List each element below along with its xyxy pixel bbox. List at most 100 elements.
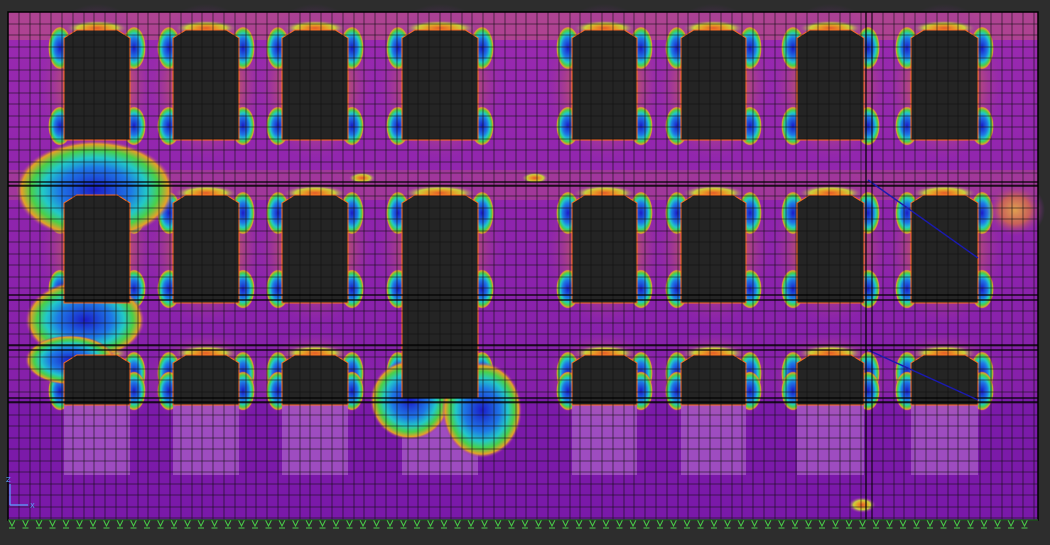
support-icon [278, 519, 286, 528]
support-icon [264, 519, 273, 528]
pier-tint [911, 405, 978, 475]
support-icon [8, 519, 16, 528]
support-icon [170, 519, 178, 528]
support-icon [926, 519, 934, 528]
support-icon [75, 519, 84, 528]
support-icon [723, 519, 732, 528]
support-icon [710, 519, 718, 528]
support-icon [426, 519, 435, 528]
support-icon [210, 519, 219, 528]
support-icon [791, 519, 799, 528]
window-opening [172, 194, 240, 304]
support-icon [818, 519, 826, 528]
support-icon [899, 519, 907, 528]
support-icon [858, 519, 867, 528]
support-icon [372, 519, 381, 528]
support-icon [345, 519, 354, 528]
window-opening [910, 194, 979, 304]
support-icon [953, 519, 961, 528]
support-icon [480, 519, 489, 528]
support-icon [143, 519, 151, 528]
support-icon [305, 519, 313, 528]
window-opening [63, 29, 131, 141]
pier-tint [681, 405, 746, 475]
support-icon [440, 519, 448, 528]
support-icon [224, 519, 232, 528]
support-icon [116, 519, 124, 528]
support-row [8, 519, 1038, 529]
support-icon [575, 519, 583, 528]
support-icon [332, 519, 340, 528]
support-icon [615, 519, 624, 528]
contour-halo [985, 182, 1045, 238]
support-icon [980, 519, 988, 528]
window-opening [571, 29, 638, 141]
support-icon [804, 519, 813, 528]
pier-tint [64, 405, 130, 475]
support-icon [251, 519, 259, 528]
support-icon [831, 519, 840, 528]
support-icon [845, 519, 853, 528]
window-opening [281, 194, 349, 304]
support-icon [534, 519, 543, 528]
support-icon [602, 519, 610, 528]
support-icon [561, 519, 570, 528]
support-icon [521, 519, 529, 528]
support-icon [669, 519, 678, 528]
support-icon [588, 519, 597, 528]
support-icon [939, 519, 948, 528]
window-opening [680, 29, 747, 141]
window-opening [680, 194, 747, 304]
support-icon [1007, 519, 1015, 528]
support-icon [507, 519, 516, 528]
support-icon [696, 519, 705, 528]
support-icon [35, 519, 43, 528]
support-icon [386, 519, 394, 528]
support-icon [993, 519, 1002, 528]
fea-viewport[interactable]: Z X [0, 0, 1050, 545]
support-icon [885, 519, 894, 528]
support-icon [750, 519, 759, 528]
support-icon [318, 519, 327, 528]
support-icon [197, 519, 205, 528]
support-icon [642, 519, 651, 528]
support-icon [683, 519, 691, 528]
support-icon [62, 519, 70, 528]
support-icon [656, 519, 664, 528]
support-icon [912, 519, 921, 528]
support-icon [21, 519, 30, 528]
support-icon [399, 519, 408, 528]
support-icon [548, 519, 556, 528]
support-icon [89, 519, 97, 528]
support-icon [359, 519, 367, 528]
support-icon [467, 519, 475, 528]
axis-x-label: X [30, 502, 35, 510]
support-icon [413, 519, 421, 528]
pier-tint [282, 405, 348, 475]
window-opening [63, 194, 131, 304]
support-icon [872, 519, 880, 528]
stress-contour-plot[interactable]: Z X [0, 0, 1050, 545]
support-icon [629, 519, 637, 528]
pier-tint [572, 405, 637, 475]
support-icon [966, 519, 975, 528]
support-icon [237, 519, 246, 528]
support-icon [764, 519, 772, 528]
support-icon [291, 519, 300, 528]
support-icon [494, 519, 502, 528]
support-icon [453, 519, 462, 528]
axis-z-label: Z [6, 476, 11, 484]
window-opening [571, 194, 638, 304]
support-icon [777, 519, 786, 528]
support-icon [737, 519, 745, 528]
support-icon [102, 519, 111, 528]
support-icon [183, 519, 192, 528]
window-opening [910, 29, 979, 141]
pier-tint [173, 405, 239, 475]
support-icon [48, 519, 57, 528]
window-opening [281, 29, 349, 141]
support-icon [156, 519, 165, 528]
support-icon [1020, 519, 1029, 528]
support-icon [129, 519, 138, 528]
window-opening [172, 29, 240, 141]
